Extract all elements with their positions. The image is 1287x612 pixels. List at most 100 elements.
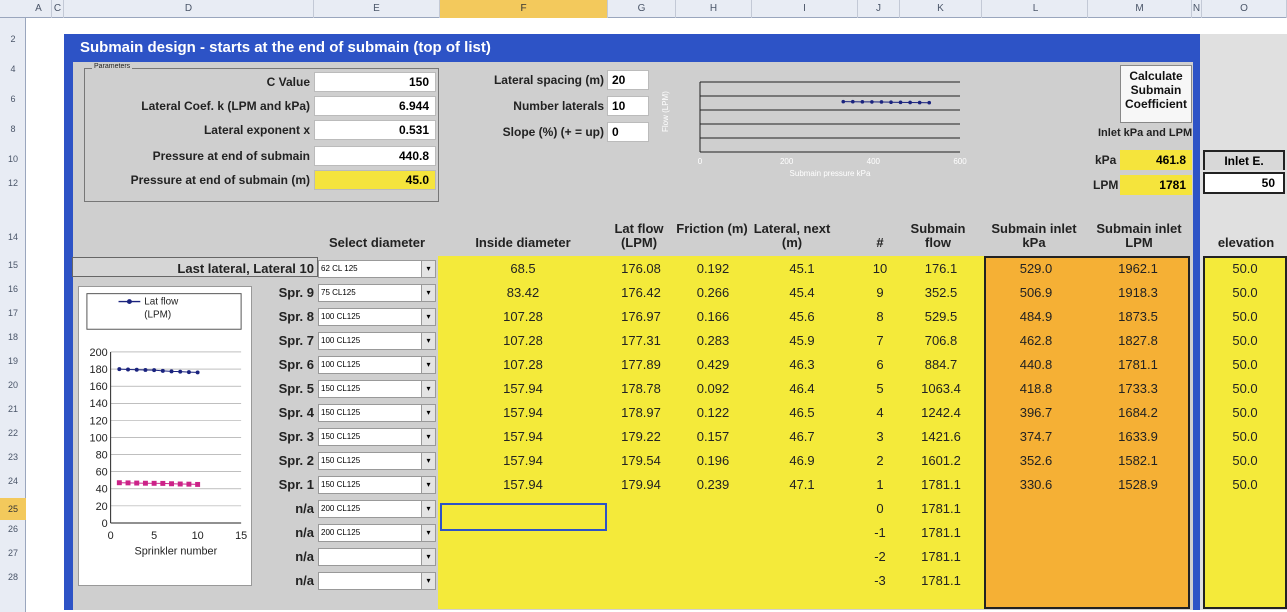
row-header-24[interactable]: 24: [0, 474, 26, 488]
diameter-select[interactable]: 100 CL125 ▾: [318, 356, 436, 374]
chevron-down-icon[interactable]: ▾: [421, 429, 435, 445]
diameter-select[interactable]: 150 CL125 ▾: [318, 404, 436, 422]
row-header-15[interactable]: 15: [0, 258, 26, 272]
column-header-d[interactable]: D: [64, 0, 314, 18]
chevron-down-icon[interactable]: ▾: [421, 333, 435, 349]
row-header-20[interactable]: 20: [0, 378, 26, 392]
submain-inlet-lpm-cell: 1733.3: [1118, 381, 1158, 396]
column-header-bar: ACDEFGHIJKLMNO: [0, 0, 1287, 18]
row-header-22[interactable]: 22: [0, 426, 26, 440]
diameter-select[interactable]: 75 CL125 ▾: [318, 284, 436, 302]
chevron-down-icon[interactable]: ▾: [421, 549, 435, 565]
row-header-16[interactable]: 16: [0, 282, 26, 296]
row-header-14[interactable]: 14: [0, 230, 26, 244]
row-header-12[interactable]: 12: [0, 176, 26, 190]
row-header-4[interactable]: 4: [0, 62, 26, 76]
row-header-17[interactable]: 17: [0, 306, 26, 320]
header-number: #: [876, 235, 884, 250]
row-header-21[interactable]: 21: [0, 402, 26, 416]
row-header-8[interactable]: 8: [0, 122, 26, 136]
layout-param-value[interactable]: 10: [607, 96, 649, 116]
diameter-select[interactable]: 150 CL125 ▾: [318, 452, 436, 470]
chevron-down-icon[interactable]: ▾: [421, 261, 435, 277]
diameter-select[interactable]: 150 CL125 ▾: [318, 428, 436, 446]
row-header-26[interactable]: 26: [0, 522, 26, 536]
diameter-select-value: 150 CL125: [321, 480, 361, 489]
chevron-down-icon[interactable]: ▾: [421, 477, 435, 493]
submain-inlet-lpm-cell: 1582.1: [1118, 453, 1158, 468]
column-header-j[interactable]: J: [858, 0, 900, 18]
column-header-g[interactable]: G: [608, 0, 676, 18]
column-header-l[interactable]: L: [984, 0, 1088, 18]
header-lat-flow: Lat flow (LPM): [614, 221, 664, 250]
active-cell-cursor[interactable]: [440, 503, 607, 531]
diameter-select[interactable]: 100 CL125 ▾: [318, 308, 436, 326]
diameter-select[interactable]: 200 CL125 ▾: [318, 500, 436, 518]
row-header-2[interactable]: 2: [0, 32, 26, 46]
column-header-n[interactable]: N: [1192, 0, 1202, 18]
param-value[interactable]: 6.944: [314, 96, 436, 116]
y-tick-label: 200: [90, 347, 108, 359]
diameter-select[interactable]: 200 CL125 ▾: [318, 524, 436, 542]
lateral-next-cell: 47.1: [789, 477, 815, 492]
friction-cell: 0.429: [696, 357, 730, 372]
diameter-select[interactable]: 62 CL 125 ▾: [318, 260, 436, 278]
data-point: [116, 480, 122, 486]
layout-param-value[interactable]: 20: [607, 70, 649, 90]
calculate-submain-coefficient-button[interactable]: Calculate Submain Coefficient: [1120, 65, 1192, 123]
diameter-select[interactable]: 150 CL125 ▾: [318, 380, 436, 398]
data-point: [126, 367, 131, 372]
row-header-6[interactable]: 6: [0, 92, 26, 106]
param-value[interactable]: 150: [314, 72, 436, 92]
data-point: [169, 481, 174, 487]
elevation-cell: 50.0: [1232, 357, 1258, 372]
column-header-k[interactable]: K: [900, 0, 982, 18]
diameter-select-value: 62 CL 125: [321, 264, 358, 273]
column-header-m[interactable]: M: [1088, 0, 1192, 18]
friction-cell: 0.239: [696, 477, 730, 492]
layout-param-value[interactable]: 0: [607, 122, 649, 142]
header-elevation: elevation: [1217, 235, 1275, 250]
y-tick-label: 140: [90, 398, 108, 410]
row-header-19[interactable]: 19: [0, 354, 26, 368]
param-label: Lateral exponent x: [203, 123, 310, 137]
param-value[interactable]: 440.8: [314, 146, 436, 166]
submain-inlet-lpm-cell: 1781.1: [1118, 357, 1158, 372]
diameter-select[interactable]: ▾: [318, 572, 436, 590]
row-header-27[interactable]: 27: [0, 546, 26, 560]
lat-flow-cell: 177.31: [621, 333, 661, 348]
column-header-i[interactable]: I: [752, 0, 858, 18]
row-number-cell: 2: [876, 453, 884, 468]
chevron-down-icon[interactable]: ▾: [421, 405, 435, 421]
chevron-down-icon[interactable]: ▾: [421, 573, 435, 589]
chevron-down-icon[interactable]: ▾: [421, 525, 435, 541]
row-header-23[interactable]: 23: [0, 450, 26, 464]
diameter-select[interactable]: 150 CL125 ▾: [318, 476, 436, 494]
chevron-down-icon[interactable]: ▾: [421, 285, 435, 301]
legend-marker: [126, 299, 132, 305]
diameter-select[interactable]: 100 CL125 ▾: [318, 332, 436, 350]
chevron-down-icon[interactable]: ▾: [421, 453, 435, 469]
column-header-o[interactable]: O: [1202, 0, 1287, 18]
lat-flow-cell: 178.78: [621, 381, 661, 396]
param-value[interactable]: 0.531: [314, 120, 436, 140]
elevation-cell: 50.0: [1232, 285, 1258, 300]
column-header-f[interactable]: F: [440, 0, 608, 18]
column-header-e[interactable]: E: [314, 0, 440, 18]
layout-param-label: Number laterals: [513, 99, 604, 113]
row-header-10[interactable]: 10: [0, 152, 26, 166]
param-value[interactable]: 45.0: [314, 170, 436, 190]
inlet-elevation-input[interactable]: 50: [1203, 172, 1285, 194]
row-header-25[interactable]: 25: [0, 498, 26, 520]
row-header-18[interactable]: 18: [0, 330, 26, 344]
chevron-down-icon[interactable]: ▾: [421, 309, 435, 325]
diameter-select[interactable]: ▾: [318, 548, 436, 566]
chevron-down-icon[interactable]: ▾: [421, 501, 435, 517]
column-header-a[interactable]: A: [26, 0, 52, 18]
column-header-c[interactable]: C: [52, 0, 64, 18]
row-header-28[interactable]: 28: [0, 570, 26, 584]
chevron-down-icon[interactable]: ▾: [421, 357, 435, 373]
column-header-h[interactable]: H: [676, 0, 752, 18]
chevron-down-icon[interactable]: ▾: [421, 381, 435, 397]
header-submain-inlet-kpa: Submain inlet kPa: [991, 221, 1077, 250]
